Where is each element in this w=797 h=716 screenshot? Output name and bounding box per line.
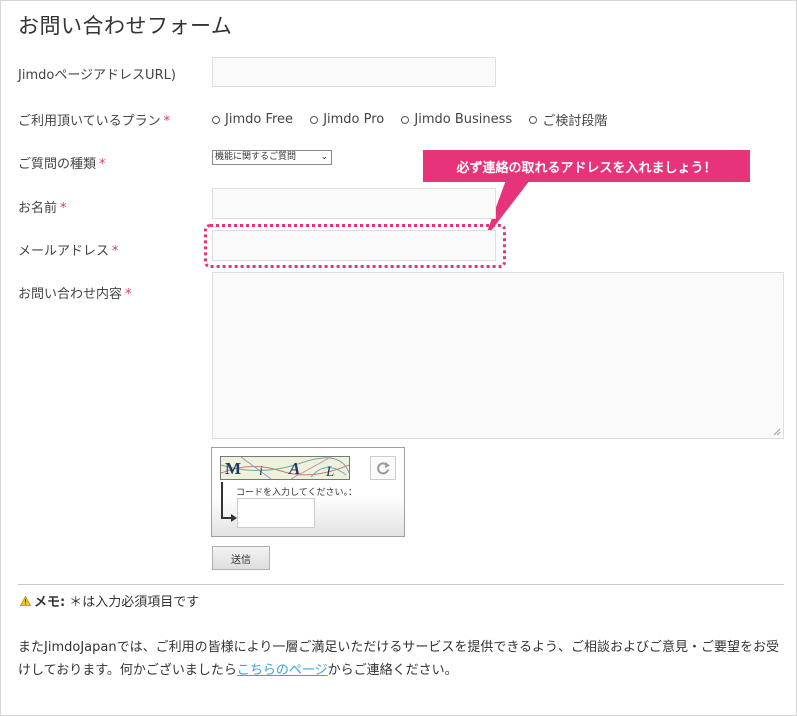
memo-prefix: メモ: <box>34 595 66 610</box>
page-title: お問い合わせフォーム <box>18 14 233 38</box>
message-textarea[interactable] <box>212 272 784 439</box>
name-label-text: お名前 <box>18 201 58 216</box>
question-type-label: ご質問の種類 * <box>18 153 106 172</box>
plan-option-pro[interactable]: Jimdo Pro <box>310 112 384 127</box>
captcha-prompt: コードを入力してください。： <box>236 488 357 498</box>
captcha-box: M i A L コードを入力してください。： <box>211 447 405 537</box>
question-type-label-text: ご質問の種類 <box>18 157 97 172</box>
memo-text: ＊は入力必須項目です <box>69 595 200 610</box>
url-input[interactable] <box>212 57 496 87</box>
required-mark: * <box>99 157 106 172</box>
required-mark: * <box>125 287 132 302</box>
submit-button[interactable]: 送信 <box>212 546 270 570</box>
captcha-letter: i <box>259 464 263 479</box>
question-type-selected: 機能に関するご質問 <box>215 152 297 162</box>
name-label: お名前 * <box>18 197 67 216</box>
url-label-text: JimdoページアドレスURL) <box>18 68 176 83</box>
captcha-noise-icon: M i A L <box>221 457 349 479</box>
radio-circle-icon[interactable] <box>529 115 538 124</box>
url-label: JimdoページアドレスURL) <box>18 64 176 83</box>
radio-circle-icon[interactable] <box>401 115 410 124</box>
radio-circle-icon[interactable] <box>310 115 319 124</box>
radio-circle-icon[interactable] <box>212 115 220 124</box>
captcha-refresh-button[interactable] <box>370 456 396 480</box>
email-highlight <box>204 224 506 268</box>
plan-option-label: Jimdo Pro <box>323 112 385 127</box>
message-label: お問い合わせ内容 * <box>18 283 132 302</box>
plan-option-considering[interactable]: ご検討段階 <box>529 110 607 129</box>
plan-option-business[interactable]: Jimdo Business <box>401 112 512 127</box>
captcha-image: M i A L <box>220 456 350 480</box>
captcha-letter: M <box>225 459 241 478</box>
message-label-text: お問い合わせ内容 <box>18 287 123 302</box>
callout-text: 必ず連絡の取れるアドレスを入れましょう！ <box>456 160 717 176</box>
captcha-input[interactable] <box>237 498 315 528</box>
email-callout: 必ず連絡の取れるアドレスを入れましょう！ <box>423 150 750 182</box>
divider <box>18 584 784 585</box>
required-mark: * <box>112 244 119 259</box>
refresh-icon <box>377 462 390 475</box>
plan-option-label: Jimdo Free <box>225 112 294 127</box>
footer-text: またJimdoJapanでは、ご利用の皆様により一層ご満足いただけるサービスを提… <box>18 636 786 682</box>
plan-label: ご利用頂いているプラン * <box>18 110 170 129</box>
required-mark: * <box>163 114 171 129</box>
plan-label-text: ご利用頂いているプラン <box>18 114 161 129</box>
plan-option-free[interactable]: Jimdo Free <box>212 112 293 127</box>
footer-text-after: からご連絡ください。 <box>327 663 458 678</box>
required-mark: * <box>60 201 67 216</box>
plan-option-label: Jimdo Business <box>414 112 513 127</box>
chevron-down-icon: ⌄ <box>320 152 328 162</box>
contact-page-link[interactable]: こちらのページ <box>237 663 328 678</box>
plan-radio-group: Jimdo Free Jimdo Pro Jimdo Business ご検討段… <box>212 110 620 129</box>
warning-icon <box>20 595 31 606</box>
email-label: メールアドレス * <box>18 240 119 259</box>
plan-option-label: ご検討段階 <box>542 114 608 129</box>
captcha-letter: L <box>325 464 334 479</box>
captcha-letter: A <box>288 459 300 478</box>
question-type-select[interactable]: 機能に関するご質問 ⌄ <box>212 150 332 165</box>
email-label-text: メールアドレス <box>18 244 110 259</box>
arrow-right-icon <box>221 482 237 522</box>
memo-note: メモ: ＊は入力必須項目です <box>20 591 199 610</box>
resize-handle-icon[interactable] <box>773 428 781 436</box>
name-input[interactable] <box>212 188 496 219</box>
